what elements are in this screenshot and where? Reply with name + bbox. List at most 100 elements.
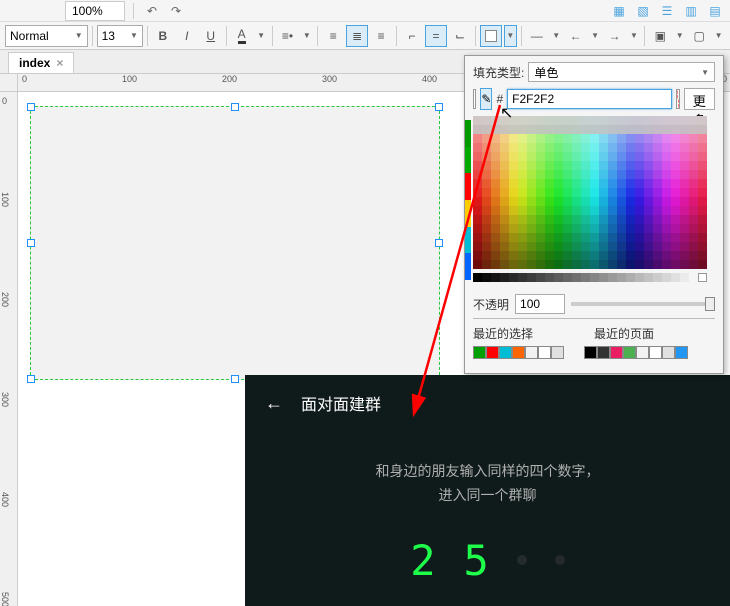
resize-handle-ne[interactable] <box>435 103 443 111</box>
ruler-corner <box>0 74 18 92</box>
more-colors-button[interactable]: 更多 <box>684 88 715 110</box>
color-palette-grid[interactable] <box>473 116 715 269</box>
back-arrow-icon[interactable]: ← <box>265 393 283 414</box>
digit-placeholder-4 <box>555 555 565 565</box>
overlay-preview-panel: ← 面对面建群 和身边的朋友输入同样的四个数字， 进入同一个群聊 2 5 <box>245 375 730 606</box>
opacity-slider-thumb[interactable] <box>705 297 715 311</box>
ruler-mark-h2: 200 <box>222 74 237 84</box>
fill-type-value: 单色 <box>534 64 558 81</box>
resize-handle-n[interactable] <box>231 103 239 111</box>
line-more-button[interactable]: ▼ <box>550 25 563 47</box>
arrange-more-button[interactable]: ▼ <box>673 25 686 47</box>
fill-type-select[interactable]: 单色 ▼ <box>528 62 715 82</box>
valign-top-button[interactable]: ⌐ <box>401 25 423 47</box>
resize-handle-w[interactable] <box>27 239 35 247</box>
ruler-mark-v3: 300 <box>0 392 10 407</box>
overlay-sub2: 进入同一个群聊 <box>265 484 710 508</box>
undo-icon[interactable]: ↶ <box>142 2 162 20</box>
separator <box>92 26 93 46</box>
ruler-mark-v5: 500 <box>0 592 10 606</box>
no-fill-button[interactable] <box>676 89 680 109</box>
recent-selection-swatches[interactable] <box>473 346 564 359</box>
align-center-button[interactable]: ≣ <box>346 25 368 47</box>
guides-icon[interactable]: ☰ <box>657 2 677 20</box>
line-start-more-button[interactable]: ▼ <box>589 25 602 47</box>
separator <box>317 26 318 46</box>
bullet-list-button[interactable]: ≡• <box>276 25 298 47</box>
valign-middle-button[interactable]: = <box>425 25 447 47</box>
valign-bottom-button[interactable]: ⌙ <box>449 25 471 47</box>
digit-2: 5 <box>464 536 489 585</box>
line-button[interactable]: — <box>526 25 548 47</box>
italic-button[interactable]: I <box>176 25 198 47</box>
redo-icon[interactable]: ↷ <box>166 2 186 20</box>
recent-page-heading: 最近的页面 <box>594 325 715 342</box>
opacity-input[interactable] <box>515 294 565 314</box>
resize-handle-nw[interactable] <box>27 103 35 111</box>
font-size-value: 13 <box>102 29 115 43</box>
digit-1: 2 <box>410 536 435 585</box>
overlay-sub1: 和身边的朋友输入同样的四个数字， <box>265 460 710 484</box>
ruler-mark-v4: 400 <box>0 492 10 507</box>
underline-button[interactable]: U <box>200 25 222 47</box>
tab-index[interactable]: index × <box>8 52 74 73</box>
hex-input[interactable] <box>507 89 672 109</box>
page-icon[interactable]: ▥ <box>681 2 701 20</box>
bullet-list-more-button[interactable]: ▼ <box>300 25 313 47</box>
line-end-more-button[interactable]: ▼ <box>627 25 640 47</box>
overlay-digits: 2 5 <box>265 536 710 585</box>
grid-icon[interactable]: ▦ <box>609 2 629 20</box>
separator <box>396 26 397 46</box>
current-fill-swatch <box>473 89 476 109</box>
font-size-select[interactable]: 13 ▼ <box>97 25 143 47</box>
line-end-button[interactable]: → <box>603 25 625 47</box>
selected-rectangle[interactable] <box>30 106 440 380</box>
vertical-ruler: 0 100 200 300 400 500 <box>0 92 18 606</box>
resize-handle-e[interactable] <box>435 239 443 247</box>
zoom-select[interactable]: 100% <box>65 1 125 21</box>
recent-selection-heading: 最近的选择 <box>473 325 594 342</box>
fill-color-button[interactable] <box>480 25 502 47</box>
line-start-button[interactable]: ← <box>565 25 587 47</box>
separator <box>272 26 273 46</box>
eyedropper-button[interactable]: ✎ <box>480 88 492 110</box>
send-back-button[interactable]: ▢ <box>688 25 710 47</box>
align-right-button[interactable]: ≡ <box>370 25 392 47</box>
recent-page-swatches[interactable] <box>584 346 688 359</box>
separator <box>147 26 148 46</box>
ruler-mark-v2: 200 <box>0 292 10 307</box>
fill-color-more-button[interactable]: ▼ <box>504 25 517 47</box>
chevron-down-icon: ▼ <box>701 68 709 77</box>
opacity-slider[interactable] <box>571 302 715 306</box>
ruler-mark-h3: 300 <box>322 74 337 84</box>
ruler-mark-v1: 100 <box>0 192 10 207</box>
separator <box>644 26 645 46</box>
format-toolbar: Normal ▼ 13 ▼ B I U A ▼ ≡• ▼ ≡ ≣ ≡ ⌐ = ⌙… <box>0 22 730 50</box>
resize-handle-sw[interactable] <box>27 375 35 383</box>
grayscale-row[interactable] <box>473 273 715 282</box>
text-color-button[interactable]: A <box>231 25 253 47</box>
ruler-mark-h1: 100 <box>122 74 137 84</box>
resize-handle-s[interactable] <box>231 375 239 383</box>
separator <box>226 26 227 46</box>
side-color-stripe <box>465 120 471 280</box>
overlay-title: 面对面建群 <box>301 391 381 415</box>
paragraph-style-select[interactable]: Normal ▼ <box>5 25 88 47</box>
top-toolbar: 100% ↶ ↷ ▦ ▧ ☰ ▥ ▤ <box>0 0 730 22</box>
arrange-more2-button[interactable]: ▼ <box>712 25 725 47</box>
opacity-label: 不透明 <box>473 296 509 313</box>
layers-icon[interactable]: ▤ <box>705 2 725 20</box>
snap-icon[interactable]: ▧ <box>633 2 653 20</box>
align-left-button[interactable]: ≡ <box>322 25 344 47</box>
ruler-mark-h4: 400 <box>422 74 437 84</box>
ruler-mark-v0: 0 <box>2 96 7 106</box>
bring-front-button[interactable]: ▣ <box>649 25 671 47</box>
text-color-more-button[interactable]: ▼ <box>255 25 268 47</box>
close-icon[interactable]: × <box>56 56 63 70</box>
bold-button[interactable]: B <box>152 25 174 47</box>
zoom-value: 100% <box>72 4 103 18</box>
digit-placeholder-3 <box>517 555 527 565</box>
chevron-down-icon: ▼ <box>130 31 138 40</box>
separator <box>133 3 134 19</box>
chevron-down-icon: ▼ <box>75 31 83 40</box>
